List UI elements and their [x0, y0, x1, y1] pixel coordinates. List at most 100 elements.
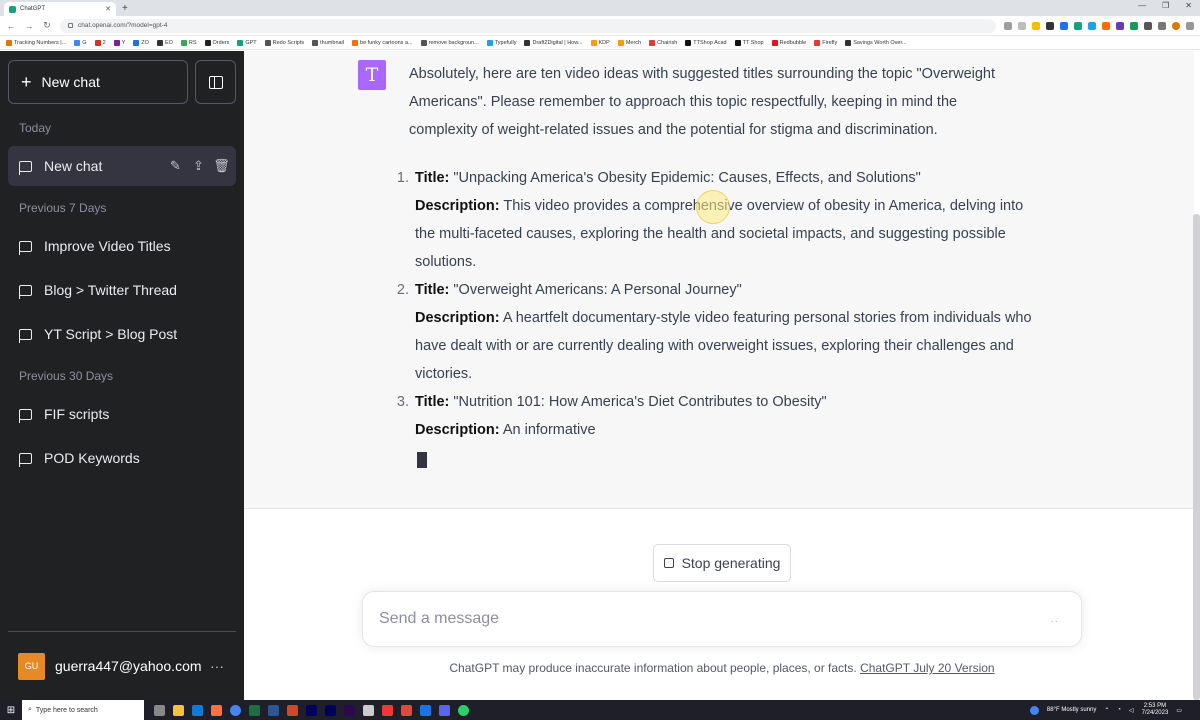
trash-icon[interactable]: 🗑 [213, 158, 230, 173]
app-icon[interactable] [401, 704, 412, 716]
chrome-icon[interactable] [230, 704, 241, 716]
bookmark-item[interactable]: Y [113, 39, 125, 46]
forward-icon[interactable]: → [24, 21, 34, 31]
sidebar-item-fif-scripts[interactable]: FIF scripts [8, 394, 236, 434]
clock-time: 2:53 PM [1143, 703, 1167, 709]
chrome-tray-icon[interactable] [1029, 705, 1039, 715]
bookmark-item[interactable]: EO [156, 39, 173, 46]
volume-icon[interactable]: ◁ [1129, 707, 1134, 714]
extension-icon[interactable] [1046, 21, 1054, 30]
share-icon[interactable] [1018, 21, 1026, 30]
browser-tab[interactable]: ChatGPT ✕ [4, 2, 116, 16]
extension-icon[interactable] [1074, 21, 1082, 30]
extension-icon[interactable] [1116, 21, 1124, 30]
new-chat-button[interactable]: + New chat [8, 60, 188, 104]
sidebar-item-pod-keywords[interactable]: POD Keywords [8, 438, 236, 478]
bookmark-item[interactable]: TTShop Acad [685, 39, 727, 46]
close-window-icon[interactable]: ✕ [1185, 1, 1192, 10]
powerpoint-icon[interactable] [287, 704, 298, 716]
send-loading-icon[interactable]: ·· [1050, 616, 1059, 627]
network-icon[interactable]: ◔ [1117, 707, 1121, 713]
bookmark-item[interactable]: RS [180, 39, 197, 46]
zoom-icon[interactable] [1004, 21, 1012, 30]
vivaldi-icon[interactable] [382, 704, 393, 716]
reload-icon[interactable]: ↻ [42, 20, 52, 31]
sidebar-item-blog-twitter-thread[interactable]: Blog > Twitter Thread [8, 270, 236, 310]
bookmark-item[interactable]: ZO [133, 39, 149, 46]
close-sidebar-button[interactable] [195, 60, 236, 104]
bookmark-item[interactable]: Firefly [814, 39, 837, 46]
firefox-icon[interactable] [211, 704, 222, 716]
notifications-icon[interactable]: ▭ [1176, 707, 1182, 714]
bookmark-item[interactable]: Chairish [649, 39, 677, 46]
bookmark-item[interactable]: Draft2Digital | How... [524, 39, 583, 46]
bookmark-item[interactable]: GPT [237, 39, 257, 46]
stop-generating-button[interactable]: Stop generating [653, 544, 791, 582]
version-link[interactable]: ChatGPT July 20 Version [860, 661, 995, 675]
menu-dots-icon[interactable] [1186, 21, 1194, 30]
back-icon[interactable]: ← [6, 21, 16, 31]
excel-icon[interactable] [249, 704, 260, 716]
discord-icon[interactable] [439, 704, 450, 716]
file-explorer-icon[interactable] [173, 704, 184, 716]
bookmark-label: ZO [141, 39, 149, 46]
extension-icon[interactable] [1102, 21, 1110, 30]
lightroom-icon[interactable] [306, 704, 317, 716]
maximize-icon[interactable]: ❐ [1162, 1, 1169, 10]
sidepanel-icon[interactable] [1158, 21, 1166, 30]
bookmark-icon [264, 39, 271, 46]
app-icon[interactable] [363, 704, 374, 716]
bookmark-item[interactable]: 2 [94, 39, 106, 46]
scrollbar[interactable] [1193, 214, 1200, 700]
profile-icon[interactable] [1172, 21, 1180, 30]
sidebar-item-new-chat[interactable]: New chat ✎ ⇪ 🗑 [8, 146, 236, 186]
premiere-icon[interactable] [344, 704, 355, 716]
bookmark-item[interactable]: Orders [204, 39, 229, 46]
bookmark-icon [486, 39, 493, 46]
bookmark-item[interactable]: Redbubble [771, 39, 806, 46]
taskbar-search[interactable]: ⌕ Type here to search [22, 700, 144, 720]
more-options-icon[interactable]: ··· [210, 658, 224, 674]
bookmark-item[interactable]: be funky cartoons a... [352, 39, 413, 46]
windows-start-icon[interactable]: ⊞ [0, 700, 22, 720]
bookmark-item[interactable]: KDP [590, 39, 610, 46]
bookmark-item[interactable]: TT Shop [734, 39, 764, 46]
account-menu[interactable]: GU guerra447@yahoo.com ··· [8, 649, 236, 683]
sidebar-item-yt-script-blog-post[interactable]: YT Script > Blog Post [8, 314, 236, 354]
bookmark-item[interactable]: Redo Scripts [264, 39, 304, 46]
bookmark-item[interactable]: Typefully [486, 39, 516, 46]
share-icon[interactable]: ⇪ [192, 158, 205, 173]
bookmark-item[interactable]: remove backgroun... [420, 39, 479, 46]
minimize-icon[interactable]: — [1138, 1, 1146, 10]
browser-address-bar: ← → ↻ chat.openai.com/?model=gpt-4 [0, 16, 1200, 36]
star-icon[interactable] [1032, 21, 1040, 30]
bookmark-item[interactable]: G [74, 39, 87, 46]
extension-icons [1004, 21, 1194, 30]
task-view-icon[interactable] [154, 704, 165, 716]
extension-icon[interactable] [1088, 21, 1096, 30]
sidebar-item-improve-video-titles[interactable]: Improve Video Titles [8, 226, 236, 266]
bookmark-label: KDP [598, 39, 610, 46]
photoshop-icon[interactable] [325, 704, 336, 716]
clock[interactable]: 2:53 PM 7/24/2023 [1142, 703, 1169, 717]
bookmark-item[interactable]: Merch [617, 39, 641, 46]
new-tab-button[interactable]: + [122, 2, 128, 16]
tray-arrow-icon[interactable]: ⌃ [1104, 707, 1109, 714]
edge-icon[interactable] [192, 704, 203, 716]
message-input[interactable] [379, 610, 979, 628]
extension-icon[interactable] [1060, 21, 1068, 30]
extension-icon[interactable] [1130, 21, 1138, 30]
weather[interactable]: 88°F Mostly sunny [1047, 707, 1096, 713]
bookmark-item[interactable]: Tracking Numbers |... [6, 39, 66, 46]
tab-close-icon[interactable]: ✕ [105, 5, 111, 13]
url-field[interactable]: chat.openai.com/?model=gpt-4 [60, 18, 996, 33]
bookmark-item[interactable]: thumbnail [312, 39, 344, 46]
word-icon[interactable] [268, 704, 279, 716]
edit-icon[interactable]: ✎ [169, 158, 182, 173]
title-label: Title: [415, 170, 450, 186]
bookmark-item[interactable]: Savings Worth Over... [845, 39, 907, 46]
mouse-cursor-highlight [696, 190, 730, 224]
whatsapp-icon[interactable] [458, 704, 469, 716]
puzzle-icon[interactable] [1144, 21, 1152, 30]
app-icon[interactable] [420, 704, 431, 716]
